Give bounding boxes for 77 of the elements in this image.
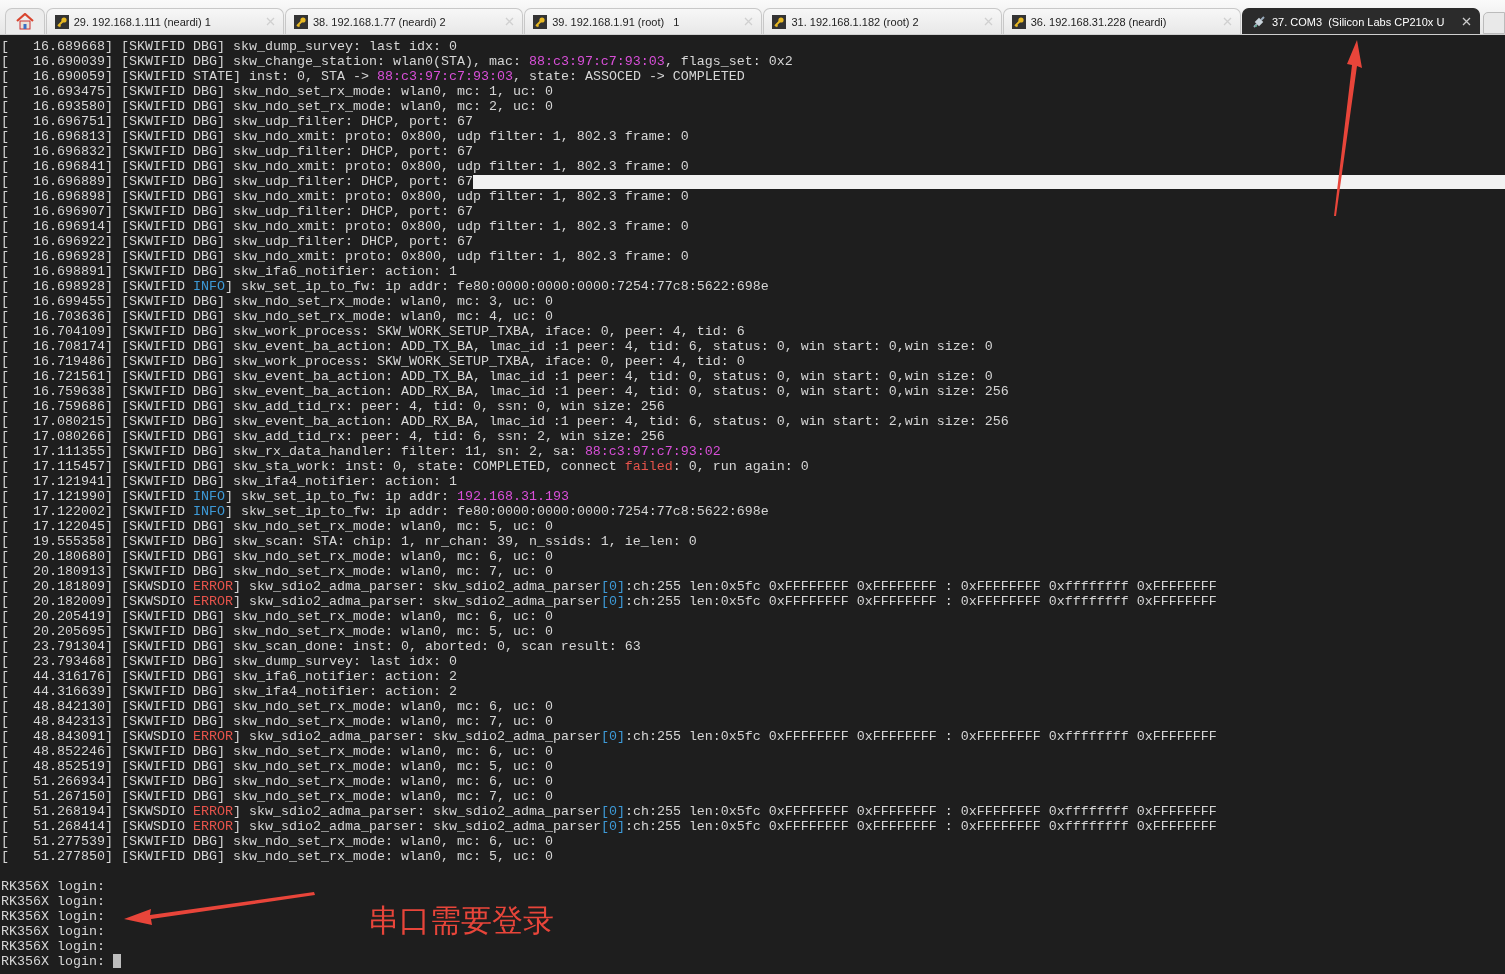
key-icon bbox=[1011, 14, 1026, 29]
session-tab[interactable]: 31. 192.168.1.182 (root) 2 bbox=[763, 8, 1002, 34]
log-line: [ 17.122045] [SKWIFID DBG] skw_ndo_set_rx_mode: wlan0, mc: 5, uc: 0 bbox=[1, 519, 553, 534]
session-tab[interactable]: 39. 192.168.1.91 (root) 1 bbox=[524, 8, 763, 34]
home-icon bbox=[15, 13, 34, 30]
log-line: [ 17.080215] [SKWIFID DBG] skw_event_ba_action: ADD_RX_BA, lmac_id :1 peer: 4, tid: 6, status: 0, win start: 2,win size: 256 bbox=[1, 414, 1009, 429]
key-icon bbox=[54, 14, 69, 29]
log-line: [ 19.555358] [SKWIFID DBG] skw_scan: STA: chip: 1, nr_chan: 39, n_ssids: 1, ie_len: 0 bbox=[1, 534, 697, 549]
log-line: [ 17.121990] [SKWIFID INFO] skw_set_ip_to_fw: ip addr: 192.168.31.193 bbox=[1, 489, 569, 504]
log-line: [ 16.704109] [SKWIFID DBG] skw_work_process: SKW_WORK_SETUP_TXBA, iface: 0, peer: 4, tid: 6 bbox=[1, 324, 745, 339]
key-icon bbox=[533, 14, 548, 29]
log-line: [ 16.689668] [SKWIFID DBG] skw_dump_survey: last idx: 0 bbox=[1, 39, 457, 54]
log-line: [ 16.759638] [SKWIFID DBG] skw_event_ba_action: ADD_RX_BA, lmac_id :1 peer: 4, tid: 0, status: 0, win start: 0,win size: 256 bbox=[1, 384, 1009, 399]
log-line: [ 16.696914] [SKWIFID DBG] skw_ndo_xmit: proto: 0x800, udp filter: 1, 802.3 frame: 0 bbox=[1, 219, 689, 234]
login-prompt: RK356X login: bbox=[1, 939, 105, 954]
log-line: [ 17.122002] [SKWIFID INFO] skw_set_ip_to_fw: ip addr: fe80:0000:0000:0000:7254:77c8:5622:698e bbox=[1, 504, 769, 519]
log-line: [ 16.696832] [SKWIFID DBG] skw_udp_filter: DHCP, port: 67 bbox=[1, 144, 473, 159]
log-line: [ 16.693580] [SKWIFID DBG] skw_ndo_set_rx_mode: wlan0, mc: 2, uc: 0 bbox=[1, 99, 553, 114]
session-tab[interactable]: 38. 192.168.1.77 (neardi) 2 bbox=[284, 8, 524, 34]
log-line: [ 16.693475] [SKWIFID DBG] skw_ndo_set_rx_mode: wlan0, mc: 1, uc: 0 bbox=[1, 84, 553, 99]
log-line: [ 16.759686] [SKWIFID DBG] skw_add_tid_rx: peer: 4, tid: 0, ssn: 0, win size: 256 bbox=[1, 399, 665, 414]
log-line: [ 23.793468] [SKWIFID DBG] skw_dump_survey: last idx: 0 bbox=[1, 654, 457, 669]
log-line: [ 16.696813] [SKWIFID DBG] skw_ndo_xmit: proto: 0x800, udp filter: 1, 802.3 frame: 0 bbox=[1, 129, 689, 144]
log-line: [ 16.699455] [SKWIFID DBG] skw_ndo_set_rx_mode: wlan0, mc: 3, uc: 0 bbox=[1, 294, 553, 309]
log-line: [ 23.791304] [SKWIFID DBG] skw_scan_done: inst: 0, aborted: 0, scan result: 63 bbox=[1, 639, 641, 654]
log-line: [ 16.698891] [SKWIFID DBG] skw_ifa6_notifier: action: 1 bbox=[1, 264, 457, 279]
log-line: [ 16.696889] [SKWIFID DBG] skw_udp_filter: DHCP, port: 67 bbox=[1, 174, 473, 189]
session-tab[interactable]: 37. COM3 (Silicon Labs CP210x U bbox=[1241, 8, 1481, 34]
log-line: [ 44.316176] [SKWIFID DBG] skw_ifa6_notifier: action: 2 bbox=[1, 669, 457, 684]
session-tab[interactable]: 29. 192.168.1.111 (neardi) 1 bbox=[45, 8, 284, 34]
log-line: [ 48.852246] [SKWIFID DBG] skw_ndo_set_rx_mode: wlan0, mc: 6, uc: 0 bbox=[1, 744, 553, 759]
log-line: [ 44.316639] [SKWIFID DBG] skw_ifa4_notifier: action: 2 bbox=[1, 684, 457, 699]
log-line: [ 51.267150] [SKWIFID DBG] skw_ndo_set_rx_mode: wlan0, mc: 7, uc: 0 bbox=[1, 789, 553, 804]
log-line: [ 20.205419] [SKWIFID DBG] skw_ndo_set_rx_mode: wlan0, mc: 6, uc: 0 bbox=[1, 609, 553, 624]
log-line: [ 16.719486] [SKWIFID DBG] skw_work_process: SKW_WORK_SETUP_TXBA, iface: 0, peer: 4, tid: 0 bbox=[1, 354, 745, 369]
log-line: [ 16.696841] [SKWIFID DBG] skw_ndo_xmit: proto: 0x800, udp filter: 1, 802.3 frame: 0 bbox=[1, 159, 689, 174]
log-line: [ 17.115457] [SKWIFID DBG] skw_sta_work: inst: 0, state: COMPLETED, connect failed: 0, run again: 0 bbox=[1, 459, 809, 474]
log-line: [ 48.842130] [SKWIFID DBG] skw_ndo_set_rx_mode: wlan0, mc: 6, uc: 0 bbox=[1, 699, 553, 714]
log-line: [ 16.696928] [SKWIFID DBG] skw_ndo_xmit: proto: 0x800, udp filter: 1, 802.3 frame: 0 bbox=[1, 249, 689, 264]
log-line: [ 51.268414] [SKWSDIO ERROR] skw_sdio2_adma_parser: skw_sdio2_adma_parser[0]:ch:255 len:0x5fc 0xFFFFFFFF 0xFFFFFFFF : 0xFFFFFFFF 0xffffffff 0xFFFFFFFF bbox=[1, 819, 1217, 834]
session-tab[interactable]: 36. 192.168.31.228 (neardi) bbox=[1002, 8, 1241, 34]
log-line: [ 20.205695] [SKWIFID DBG] skw_ndo_set_rx_mode: wlan0, mc: 5, uc: 0 bbox=[1, 624, 553, 639]
home-tab[interactable] bbox=[5, 8, 45, 34]
log-line: [ 51.268194] [SKWSDIO ERROR] skw_sdio2_adma_parser: skw_sdio2_adma_parser[0]:ch:255 len:0x5fc 0xFFFFFFFF 0xFFFFFFFF : 0xFFFFFFFF 0xffffffff 0xFFFFFFFF bbox=[1, 804, 1217, 819]
log-line: [ 16.696907] [SKWIFID DBG] skw_udp_filter: DHCP, port: 67 bbox=[1, 204, 473, 219]
log-line: [ 48.842313] [SKWIFID DBG] skw_ndo_set_rx_mode: wlan0, mc: 7, uc: 0 bbox=[1, 714, 553, 729]
log-line: [ 20.182009] [SKWSDIO ERROR] skw_sdio2_adma_parser: skw_sdio2_adma_parser[0]:ch:255 len:0x5fc 0xFFFFFFFF 0xFFFFFFFF : 0xFFFFFFFF 0xffffffff 0xFFFFFFFF bbox=[1, 594, 1217, 609]
log-line: [ 48.843091] [SKWSDIO ERROR] skw_sdio2_adma_parser: skw_sdio2_adma_parser[0]:ch:255 len:0x5fc 0xFFFFFFFF 0xFFFFFFFF : 0xFFFFFFFF 0xffffffff 0xFFFFFFFF bbox=[1, 729, 1217, 744]
log-line: [ 20.180913] [SKWIFID DBG] skw_ndo_set_rx_mode: wlan0, mc: 7, uc: 0 bbox=[1, 564, 553, 579]
log-line: [ 51.277539] [SKWIFID DBG] skw_ndo_set_rx_mode: wlan0, mc: 6, uc: 0 bbox=[1, 834, 553, 849]
log-line: [ 16.708174] [SKWIFID DBG] skw_event_ba_action: ADD_TX_BA, lmac_id :1 peer: 4, tid: 6, status: 0, win start: 0,win size: 0 bbox=[1, 339, 993, 354]
log-line: [ 16.696898] [SKWIFID DBG] skw_ndo_xmit: proto: 0x800, udp filter: 1, 802.3 frame: 0 bbox=[1, 189, 689, 204]
annotation-text: 串口需要登录 bbox=[368, 901, 554, 940]
log-line: [ 16.696751] [SKWIFID DBG] skw_udp_filter: DHCP, port: 67 bbox=[1, 114, 473, 129]
log-line: [ 51.266934] [SKWIFID DBG] skw_ndo_set_rx_mode: wlan0, mc: 6, uc: 0 bbox=[1, 774, 553, 789]
log-line: [ 48.852519] [SKWIFID DBG] skw_ndo_set_rx_mode: wlan0, mc: 5, uc: 0 bbox=[1, 759, 553, 774]
key-icon bbox=[293, 14, 308, 29]
key-icon bbox=[772, 14, 787, 29]
login-prompt: RK356X login: bbox=[1, 954, 105, 969]
log-line: [ 16.721561] [SKWIFID DBG] skw_event_ba_action: ADD_TX_BA, lmac_id :1 peer: 4, tid: 0, status: 0, win start: 0,win size: 0 bbox=[1, 369, 993, 384]
login-prompt: RK356X login: bbox=[1, 909, 105, 924]
new-tab-button[interactable] bbox=[1483, 12, 1505, 34]
close-icon[interactable] bbox=[1462, 17, 1472, 26]
log-line: [ 20.180680] [SKWIFID DBG] skw_ndo_set_rx_mode: wlan0, mc: 6, uc: 0 bbox=[1, 549, 553, 564]
log-line: [ 17.080266] [SKWIFID DBG] skw_add_tid_rx: peer: 4, tid: 6, ssn: 2, win size: 256 bbox=[1, 429, 665, 444]
log-line: [ 20.181809] [SKWSDIO ERROR] skw_sdio2_adma_parser: skw_sdio2_adma_parser[0]:ch:255 len:0x5fc 0xFFFFFFFF 0xFFFFFFFF : 0xFFFFFFFF 0xffffffff 0xFFFFFFFF bbox=[1, 579, 1217, 594]
login-prompt: RK356X login: bbox=[1, 924, 105, 939]
log-line: [ 16.696922] [SKWIFID DBG] skw_udp_filter: DHCP, port: 67 bbox=[1, 234, 473, 249]
log-line: [ 17.121941] [SKWIFID DBG] skw_ifa4_notifier: action: 1 bbox=[1, 474, 457, 489]
log-line: [ 51.277850] [SKWIFID DBG] skw_ndo_set_rx_mode: wlan0, mc: 5, uc: 0 bbox=[1, 849, 553, 864]
log-line: [ 17.111355] [SKWIFID DBG] skw_rx_data_handler: filter: 11, sn: 2, sa: 88:c3:97:c7:93:02 bbox=[1, 444, 721, 459]
log-line: [ 16.690039] [SKWIFID DBG] skw_change_station: wlan0(STA), mac: 88:c3:97:c7:93:03, flags_set: 0x2 bbox=[1, 54, 793, 69]
log-line: [ 16.703636] [SKWIFID DBG] skw_ndo_set_rx_mode: wlan0, mc: 4, uc: 0 bbox=[1, 309, 553, 324]
login-prompt: RK356X login: bbox=[1, 894, 105, 909]
log-line: [ 16.698928] [SKWIFID INFO] skw_set_ip_to_fw: ip addr: fe80:0000:0000:0000:7254:77c8:5622:698e bbox=[1, 279, 769, 294]
log-line: [ 16.690059] [SKWIFID STATE] inst: 0, STA -> 88:c3:97:c7:93:03, state: ASSOCED -> COMPLETED bbox=[1, 69, 745, 84]
login-prompt: RK356X login: bbox=[1, 879, 105, 894]
